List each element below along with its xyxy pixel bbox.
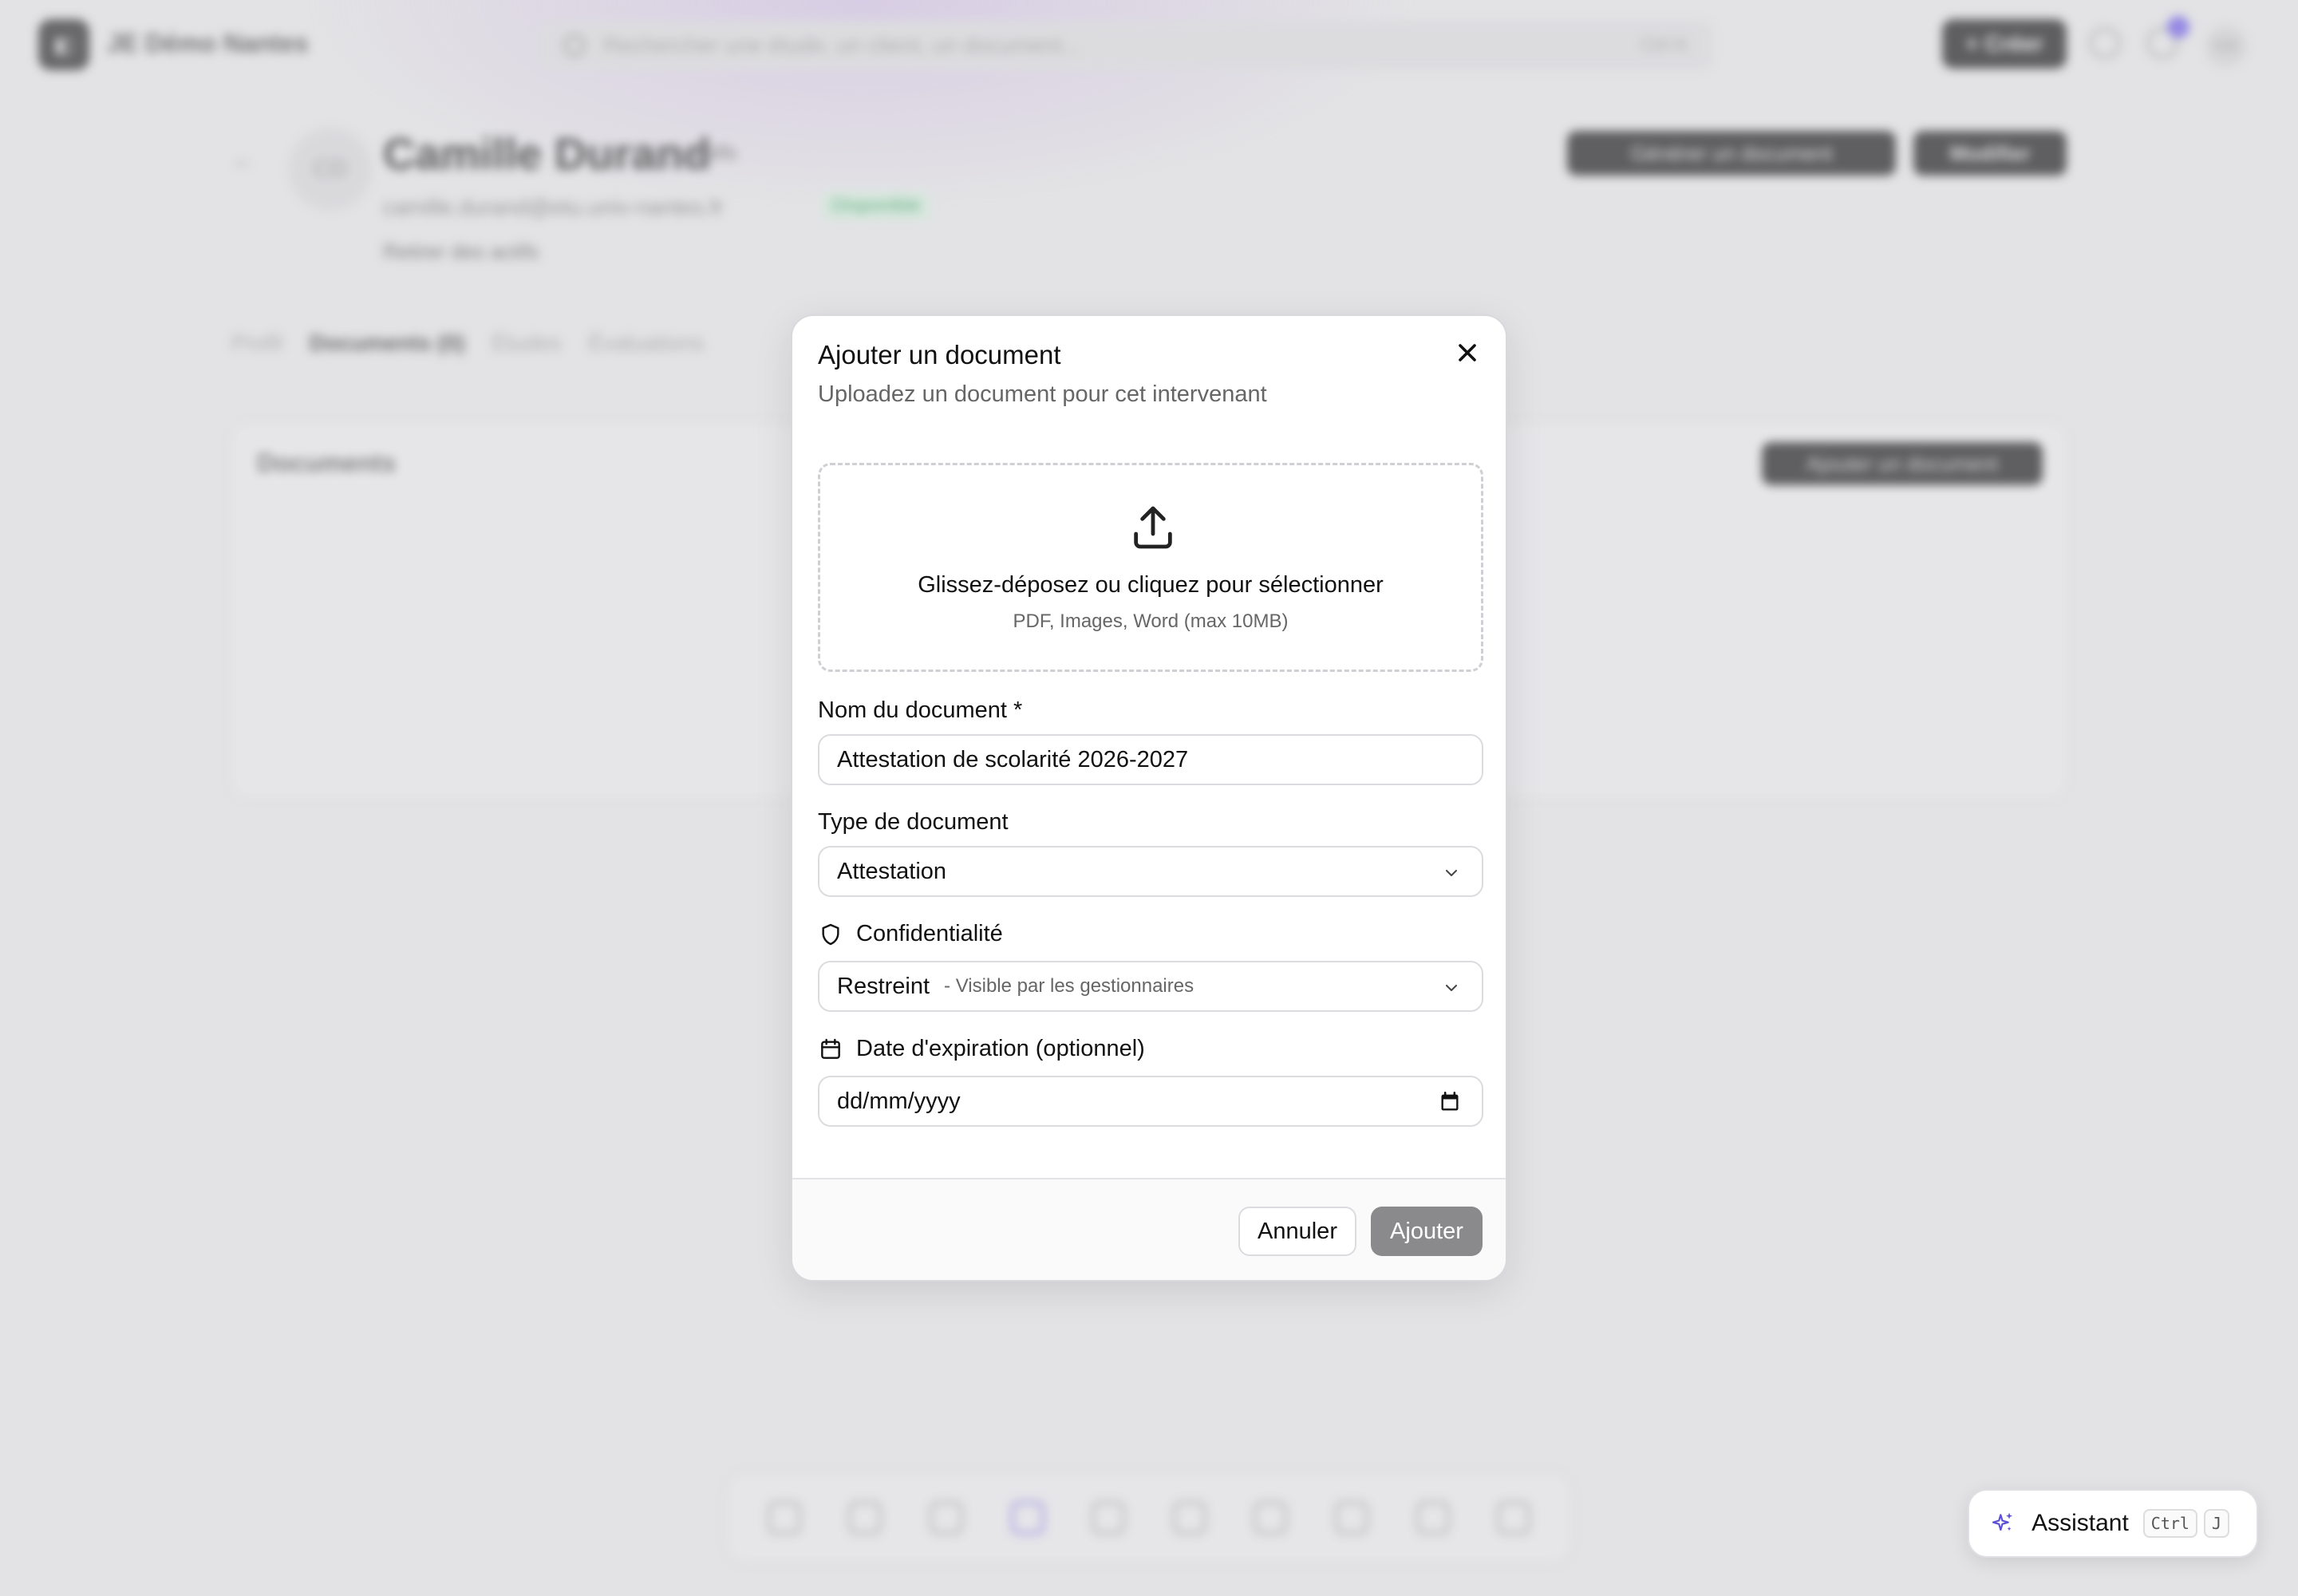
dialog-footer: Annuler Ajouter bbox=[792, 1178, 1506, 1280]
expiration-date-input[interactable]: dd/mm/yyyy bbox=[818, 1076, 1483, 1127]
cancel-button[interactable]: Annuler bbox=[1238, 1207, 1356, 1256]
document-type-select[interactable]: Attestation bbox=[818, 846, 1483, 897]
page: ◧ JE Démo Nantes Rechercher une étude, u… bbox=[0, 0, 2298, 1596]
add-document-dialog: Ajouter un document Uploadez un document… bbox=[791, 314, 1507, 1282]
document-type-label: Type de document bbox=[818, 809, 1009, 835]
upload-icon bbox=[1134, 506, 1172, 549]
file-dropzone[interactable]: Glissez-déposez ou cliquez pour sélectio… bbox=[818, 463, 1483, 672]
chevron-down-icon bbox=[1446, 985, 1457, 991]
expiration-placeholder: dd/mm/yyyy bbox=[837, 1088, 961, 1114]
confidentiality-select[interactable]: Restreint - Visible par les gestionnaire… bbox=[818, 961, 1483, 1012]
calendar-icon bbox=[821, 1038, 840, 1059]
dropzone-hint-text: PDF, Images, Word (max 10MB) bbox=[1013, 610, 1289, 632]
expiration-label: Date d'expiration (optionnel) bbox=[856, 1036, 1145, 1061]
date-picker-icon[interactable] bbox=[1439, 1090, 1461, 1114]
confidentiality-hint: - Visible par les gestionnaires bbox=[944, 975, 1194, 997]
close-icon[interactable] bbox=[1453, 338, 1482, 367]
dropzone-main-text: Glissez-déposez ou cliquez pour sélectio… bbox=[918, 572, 1384, 598]
document-name-input[interactable]: Attestation de scolarité 2026-2027 bbox=[818, 734, 1483, 785]
shield-icon bbox=[822, 923, 839, 945]
document-name-label: Nom du document * bbox=[818, 697, 1023, 723]
confidentiality-label-row: Confidentialité bbox=[818, 921, 1003, 947]
shortcut-key-j: J bbox=[2203, 1509, 2229, 1538]
confidentiality-label: Confidentialité bbox=[856, 921, 1003, 946]
document-name-value: Attestation de scolarité 2026-2027 bbox=[837, 746, 1189, 772]
confidentiality-value: Restreint bbox=[837, 973, 930, 999]
chevron-down-icon bbox=[1446, 870, 1457, 876]
assistant-button[interactable]: Assistant Ctrl J bbox=[1968, 1489, 2258, 1558]
assistant-label: Assistant bbox=[2031, 1510, 2129, 1536]
shortcut-key-ctrl: Ctrl bbox=[2142, 1509, 2197, 1538]
document-type-value: Attestation bbox=[837, 858, 947, 884]
dialog-subtitle: Uploadez un document pour cet intervenan… bbox=[818, 381, 1267, 407]
expiration-label-row: Date d'expiration (optionnel) bbox=[818, 1036, 1145, 1062]
dialog-title: Ajouter un document bbox=[818, 340, 1061, 369]
sparkles-icon bbox=[1992, 1512, 2013, 1531]
add-button[interactable]: Ajouter bbox=[1371, 1207, 1483, 1256]
